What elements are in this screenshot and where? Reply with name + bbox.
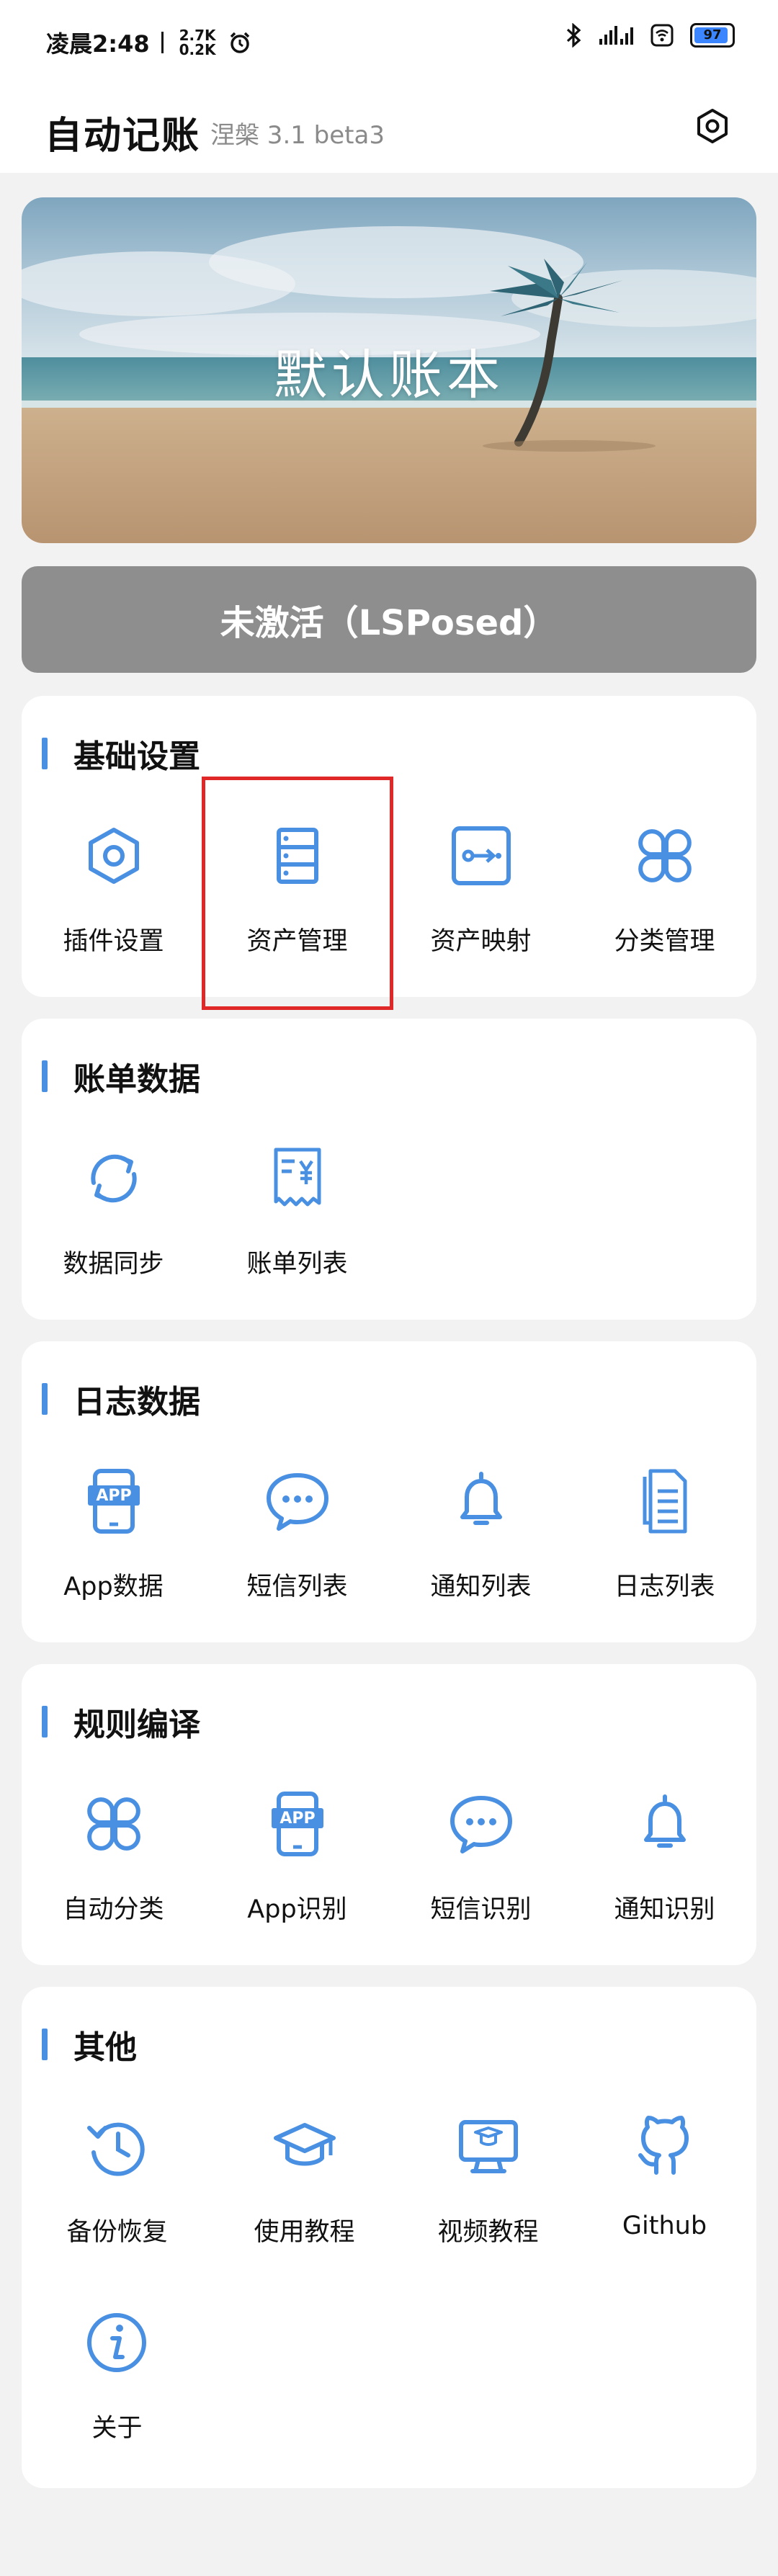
section-header: 规则编译 [42, 1699, 200, 1745]
menu-label: 通知列表 [430, 1573, 532, 1601]
section-title: 其他 [73, 2029, 137, 2066]
menu-video-tutorial[interactable]: 视频教程 [396, 2111, 580, 2298]
menu-label: 资产映射 [430, 927, 532, 956]
status-time: 凌晨2:48 [46, 30, 150, 58]
section-title: 账单数据 [73, 1061, 200, 1098]
menu-label: Github [622, 2211, 707, 2240]
chat-bubble-icon [267, 1473, 328, 1531]
menu-github[interactable]: Github [573, 2111, 756, 2298]
menu-label: App数据 [63, 1573, 164, 1601]
section-header: 基础设置 [42, 730, 200, 777]
title-bar: 自动记账 涅槃 3.1 beta3 [0, 79, 778, 173]
settings-button[interactable] [687, 101, 738, 151]
graduation-cap-icon [274, 2123, 336, 2166]
status-bar: 凌晨2:48 2.7K 0.2K 97 [0, 0, 778, 79]
menu-label: 账单列表 [246, 1250, 348, 1279]
chat-bubble-icon [450, 1796, 512, 1853]
bell-icon [460, 1472, 502, 1525]
video-monitor-icon [459, 2120, 518, 2173]
bell-icon [644, 1794, 686, 1848]
menu-notification-recognition[interactable]: 通知识别 [573, 1788, 756, 1975]
menu-label: 通知识别 [614, 1895, 715, 1924]
menu-data-sync[interactable]: 数据同步 [22, 1142, 205, 1330]
menu-label: 备份恢复 [66, 2218, 168, 2247]
menu-app-recognition[interactable]: APP App识别 [205, 1788, 389, 1975]
history-icon [87, 2122, 145, 2176]
app-phone-icon: APP [88, 1469, 140, 1534]
menu-label: 视频教程 [437, 2218, 539, 2247]
section-rule-compile: 规则编译 自动分类 APP App识别 短信识别 通知识别 [22, 1664, 756, 1965]
section-accent-bar [42, 738, 48, 769]
cell-signal-icon [599, 26, 633, 45]
svg-text:APP: APP [280, 1810, 315, 1828]
section-title: 日志数据 [73, 1384, 200, 1421]
menu-label: 分类管理 [614, 927, 715, 956]
receipt-yen-icon [274, 1148, 321, 1207]
info-icon [87, 2313, 146, 2372]
documents-icon [643, 1469, 687, 1534]
section-header: 其他 [42, 2021, 137, 2067]
net-up: 2.7K [179, 27, 216, 44]
ledger-banner[interactable]: 默认账本 [22, 197, 756, 543]
network-speed: 2.7K 0.2K [179, 28, 216, 57]
battery-level: 97 [703, 27, 722, 43]
section-accent-bar [42, 1383, 48, 1415]
menu-label: 数据同步 [63, 1250, 164, 1279]
menu-app-data[interactable]: APP App数据 [22, 1465, 205, 1653]
hexagon-settings-icon [697, 109, 728, 143]
wifi-icon [650, 24, 674, 47]
menu-plugin-settings[interactable]: 插件设置 [22, 820, 205, 1007]
clover-icon [638, 829, 692, 882]
menu-label: 自动分类 [63, 1895, 164, 1924]
menu-label: App识别 [247, 1895, 347, 1924]
hexagon-settings-icon [89, 828, 139, 884]
menu-label: 关于 [91, 2414, 143, 2443]
menu-auto-category[interactable]: 自动分类 [22, 1788, 205, 1975]
menu-label: 日志列表 [614, 1573, 715, 1601]
section-header: 日志数据 [42, 1376, 200, 1422]
menu-label: 短信列表 [246, 1573, 348, 1601]
section-title: 规则编译 [73, 1707, 200, 1743]
app-phone-icon: APP [272, 1792, 323, 1856]
menu-sms-recognition[interactable]: 短信识别 [389, 1788, 573, 1975]
net-down: 0.2K [179, 41, 216, 58]
battery-icon: 97 [690, 23, 735, 48]
menu-label: 使用教程 [254, 2218, 355, 2247]
menu-log-list[interactable]: 日志列表 [573, 1465, 756, 1653]
menu-backup-restore[interactable]: 备份恢复 [22, 2111, 213, 2298]
github-icon [638, 2116, 689, 2175]
alarm-icon [230, 32, 249, 53]
section-log-data: 日志数据 APP App数据 短信列表 通知列表 日志列表 [22, 1341, 756, 1642]
svg-text:APP: APP [96, 1487, 131, 1505]
section-other: 其他 备份恢复 使用教程 视频教程 Github 关于 [22, 1987, 756, 2488]
menu-tutorial[interactable]: 使用教程 [213, 2111, 396, 2298]
ledger-title: 默认账本 [274, 344, 504, 406]
activation-status-button[interactable]: 未激活（LSPosed） [22, 566, 756, 673]
app-version: 涅槃 3.1 beta3 [210, 121, 385, 150]
mapping-arrow-icon [452, 826, 511, 885]
bluetooth-icon [566, 23, 581, 48]
clover-icon [87, 1797, 140, 1851]
menu-asset-mapping[interactable]: 资产映射 [389, 820, 573, 1007]
section-accent-bar [42, 2029, 48, 2060]
status-divider [161, 32, 164, 53]
menu-label: 短信识别 [430, 1895, 532, 1924]
app-title: 自动记账 [45, 115, 201, 158]
menu-bill-list[interactable]: 账单列表 [205, 1142, 389, 1330]
menu-category-management[interactable]: 分类管理 [573, 820, 756, 1007]
section-title: 基础设置 [73, 738, 200, 775]
menu-about[interactable]: 关于 [22, 2307, 213, 2494]
highlight-box [202, 777, 393, 1010]
menu-notification-list[interactable]: 通知列表 [389, 1465, 573, 1653]
section-accent-bar [42, 1060, 48, 1092]
menu-label: 插件设置 [63, 927, 164, 956]
sync-icon [91, 1154, 137, 1203]
section-accent-bar [42, 1706, 48, 1738]
section-bill-data: 账单数据 数据同步 账单列表 [22, 1019, 756, 1320]
section-header: 账单数据 [42, 1053, 200, 1099]
menu-sms-list[interactable]: 短信列表 [205, 1465, 389, 1653]
